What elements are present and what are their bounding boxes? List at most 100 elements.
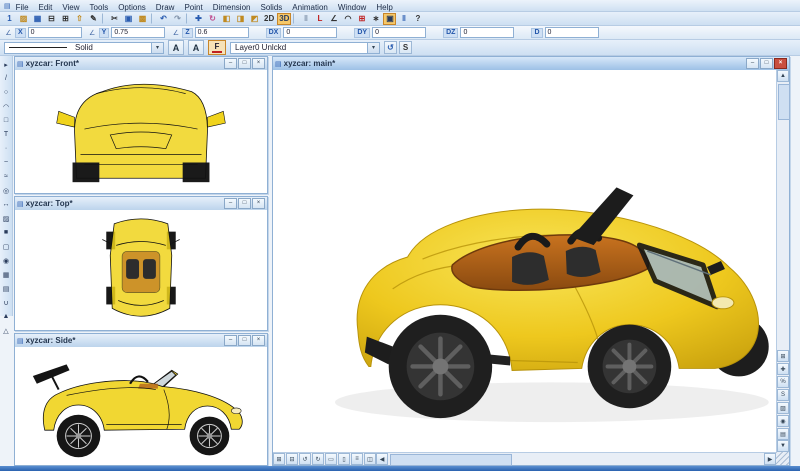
maximize-button[interactable]: □ [238,335,251,346]
dimension-tool-icon[interactable]: ↔ [0,198,13,211]
mode-2d-button[interactable]: 2D [262,13,276,25]
menu-solids[interactable]: Solids [255,3,287,12]
viewport-canvas-top[interactable] [15,210,267,330]
import-icon[interactable]: ⇧ [73,13,86,25]
close-button[interactable]: × [252,198,265,209]
maximize-button[interactable]: □ [760,58,773,69]
point-tool-icon[interactable]: · [0,142,13,155]
viewport-canvas-side[interactable] [15,347,267,465]
line-style-dropdown[interactable]: Solid ▾ [4,42,164,54]
snap-icon[interactable]: ∗ [369,13,382,25]
cut-icon[interactable]: ✂ [108,13,121,25]
vp-cols-icon[interactable]: ◫ [364,453,376,465]
pen-settings-icon[interactable]: ✎ [87,13,100,25]
pan-view-icon[interactable]: ✚ [777,363,789,375]
snap-s-icon[interactable]: S [399,41,412,54]
coord-input[interactable]: 0 [545,27,599,38]
viewport-top-titlebar[interactable]: ▤ xyzcar: Top* – □ × [15,197,267,211]
viewport-main-titlebar[interactable]: ▤ xyzcar: main* – □ × [273,57,789,71]
menu-point[interactable]: Point [179,3,207,12]
refresh-icon[interactable]: ↺ [384,41,397,54]
vp-list-icon[interactable]: ≡ [351,453,363,465]
polyline-tool-icon[interactable]: ~ [0,156,13,169]
rotate-icon[interactable]: ↻ [206,13,219,25]
separator[interactable] [102,13,106,24]
font-color-button[interactable]: F [208,40,226,55]
redo-icon[interactable]: ↷ [171,13,184,25]
view-side-icon[interactable]: ◨ [234,13,247,25]
main-horizontal-scrollbar[interactable]: ⊞⊟↺↻▭▯≡◫ ◀ ▶ [273,452,776,465]
menu-help[interactable]: Help [371,3,397,12]
chevron-down-icon[interactable]: ▾ [367,43,379,53]
arc-tool-icon[interactable]: ◠ [0,100,13,113]
menu-window[interactable]: Window [333,3,371,12]
save-icon[interactable]: ▦ [31,13,44,25]
minimize-button[interactable]: – [746,58,759,69]
separator[interactable] [151,13,155,24]
magnet-tool-icon[interactable]: ∪ [0,296,13,309]
scroll-down-button[interactable]: ▼ [777,440,789,452]
maximize-button[interactable]: □ [238,58,251,69]
text-tool-icon[interactable]: T [0,128,13,141]
vertical-scroll-track[interactable] [777,82,789,350]
spline-tool-icon[interactable]: ≈ [0,170,13,183]
render-icon[interactable]: ▣ [383,13,396,25]
close-button[interactable]: × [252,58,265,69]
viewport-canvas-front[interactable] [15,70,267,193]
view-front-icon[interactable]: ◧ [220,13,233,25]
vp-page-icon[interactable]: ▯ [338,453,350,465]
circle-tool-icon[interactable]: ○ [0,86,13,99]
vp-split-1-icon[interactable]: ⊞ [273,453,285,465]
chevron-down-icon[interactable]: ▾ [151,43,163,53]
calc-tool-icon[interactable]: ▦ [0,268,13,281]
measure-tool-icon[interactable]: △ [0,324,13,337]
scroll-right-button[interactable]: ▶ [764,453,776,465]
arc-icon[interactable]: ◠ [341,13,354,25]
info-bars-icon[interactable]: ‖ [397,13,410,25]
viewport-canvas-main[interactable] [273,70,776,452]
menu-edit[interactable]: Edit [34,3,58,12]
line-tool-icon[interactable]: / [0,72,13,85]
menu-dimension[interactable]: Dimension [208,3,256,12]
coord-input[interactable]: 0.75 [111,27,165,38]
close-button[interactable]: × [774,58,787,69]
vertical-scroll-thumb[interactable] [778,84,790,120]
fill-tool-icon[interactable]: ■ [0,226,13,239]
separator[interactable] [186,13,190,24]
coord-input[interactable]: 0.6 [195,27,249,38]
coord-input[interactable]: 0 [460,27,514,38]
rect-tool-icon[interactable]: □ [0,114,13,127]
minimize-button[interactable]: – [224,58,237,69]
axis-l-icon[interactable]: L [313,13,326,25]
spin-view-icon[interactable]: S [777,389,789,401]
menu-draw[interactable]: Draw [151,3,180,12]
minimize-button[interactable]: – [224,335,237,346]
hatch-tool-icon[interactable]: ▨ [0,212,13,225]
coord-input[interactable]: 0 [372,27,426,38]
coord-input[interactable]: 0 [283,27,337,38]
layers-tool-icon[interactable]: ▤ [0,282,13,295]
main-vertical-scrollbar[interactable]: ▲ ⊞✚%S▨◉▤ ▼ [776,70,789,452]
vp-rotate-r-icon[interactable]: ↻ [312,453,324,465]
print-icon[interactable]: ⊟ [45,13,58,25]
new-file-icon[interactable]: 1 [3,13,16,25]
scroll-up-button[interactable]: ▲ [777,70,789,82]
scroll-left-button[interactable]: ◀ [376,453,388,465]
menu-options[interactable]: Options [113,3,151,12]
print-preview-icon[interactable]: ⊞ [59,13,72,25]
guides-icon[interactable]: ‖ [299,13,312,25]
layer-dropdown[interactable]: Layer0 Unlckd ▾ [230,42,380,54]
open-file-icon[interactable]: ▨ [17,13,30,25]
resize-gripper[interactable] [776,452,789,465]
menu-file[interactable]: File [11,3,34,12]
shade-view-icon[interactable]: ▨ [777,402,789,414]
ellipse-tool-icon[interactable]: ◎ [0,184,13,197]
font-larger-button[interactable]: A [188,40,204,55]
context-help-icon[interactable]: ? [411,13,424,25]
horizontal-scroll-thumb[interactable] [390,454,512,466]
grid-icon[interactable]: ⊞ [355,13,368,25]
minimize-button[interactable]: – [224,198,237,209]
zoom-tool-icon[interactable]: ◉ [0,254,13,267]
mode-3d-button[interactable]: 3D [277,13,291,25]
font-smaller-button[interactable]: A [168,40,184,55]
